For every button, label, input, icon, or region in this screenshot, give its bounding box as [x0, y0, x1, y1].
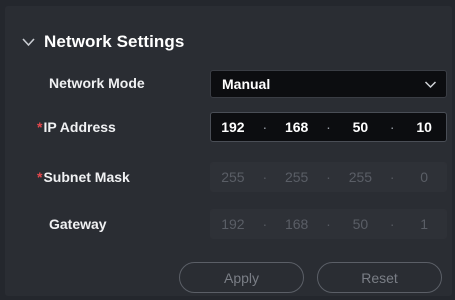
- octet-separator: ·: [262, 119, 268, 135]
- gateway-label: Gateway: [49, 216, 107, 232]
- section-title: Network Settings: [44, 32, 185, 51]
- subnet-mask-input[interactable]: 255 · 255 · 255 · 0: [210, 162, 447, 192]
- octet-separator: ·: [389, 169, 395, 185]
- ip-address-input[interactable]: 192 · 168 · 50 · 10: [210, 112, 447, 142]
- subnet-mask-label: *Subnet Mask: [37, 169, 130, 185]
- chevron-down-icon: [22, 38, 35, 47]
- ip-octet-3[interactable]: 50: [338, 119, 382, 135]
- ip-octet-2[interactable]: 168: [275, 119, 319, 135]
- octet-separator: ·: [262, 216, 268, 232]
- gateway-octet-1: 192: [221, 216, 245, 232]
- octet-separator: ·: [326, 169, 331, 185]
- subnet-octet-1: 255: [221, 169, 245, 185]
- octet-separator: ·: [326, 216, 331, 232]
- subnet-octet-3: 255: [348, 169, 373, 185]
- network-settings-panel: Network Settings Network Mode Manual *IP…: [5, 6, 452, 296]
- octet-separator: ·: [262, 169, 268, 185]
- subnet-mask-label-text: Subnet Mask: [43, 169, 130, 185]
- octet-separator: ·: [326, 119, 331, 135]
- network-mode-value: Manual: [222, 76, 271, 92]
- required-mark: *: [37, 119, 43, 135]
- ip-octet-1[interactable]: 192: [211, 119, 255, 135]
- subnet-octet-4: 0: [420, 169, 428, 185]
- reset-button[interactable]: Reset: [317, 262, 442, 293]
- subnet-octet-2: 255: [284, 169, 309, 185]
- required-mark: *: [37, 169, 43, 185]
- section-header[interactable]: Network Settings: [21, 32, 184, 52]
- gateway-input[interactable]: 192 · 168 · 50 · 1: [210, 209, 447, 239]
- gateway-octet-3: 50: [352, 216, 369, 232]
- network-mode-select[interactable]: Manual: [210, 70, 447, 98]
- gateway-octet-4: 1: [420, 216, 428, 232]
- ip-address-label-text: IP Address: [43, 119, 116, 135]
- octet-separator: ·: [389, 216, 395, 232]
- octet-separator: ·: [389, 119, 395, 135]
- apply-button[interactable]: Apply: [179, 262, 304, 293]
- chevron-down-icon: [424, 80, 437, 88]
- network-mode-label: Network Mode: [49, 75, 145, 91]
- ip-octet-4[interactable]: 10: [402, 119, 446, 135]
- ip-address-label: *IP Address: [37, 119, 116, 135]
- gateway-octet-2: 168: [284, 216, 309, 232]
